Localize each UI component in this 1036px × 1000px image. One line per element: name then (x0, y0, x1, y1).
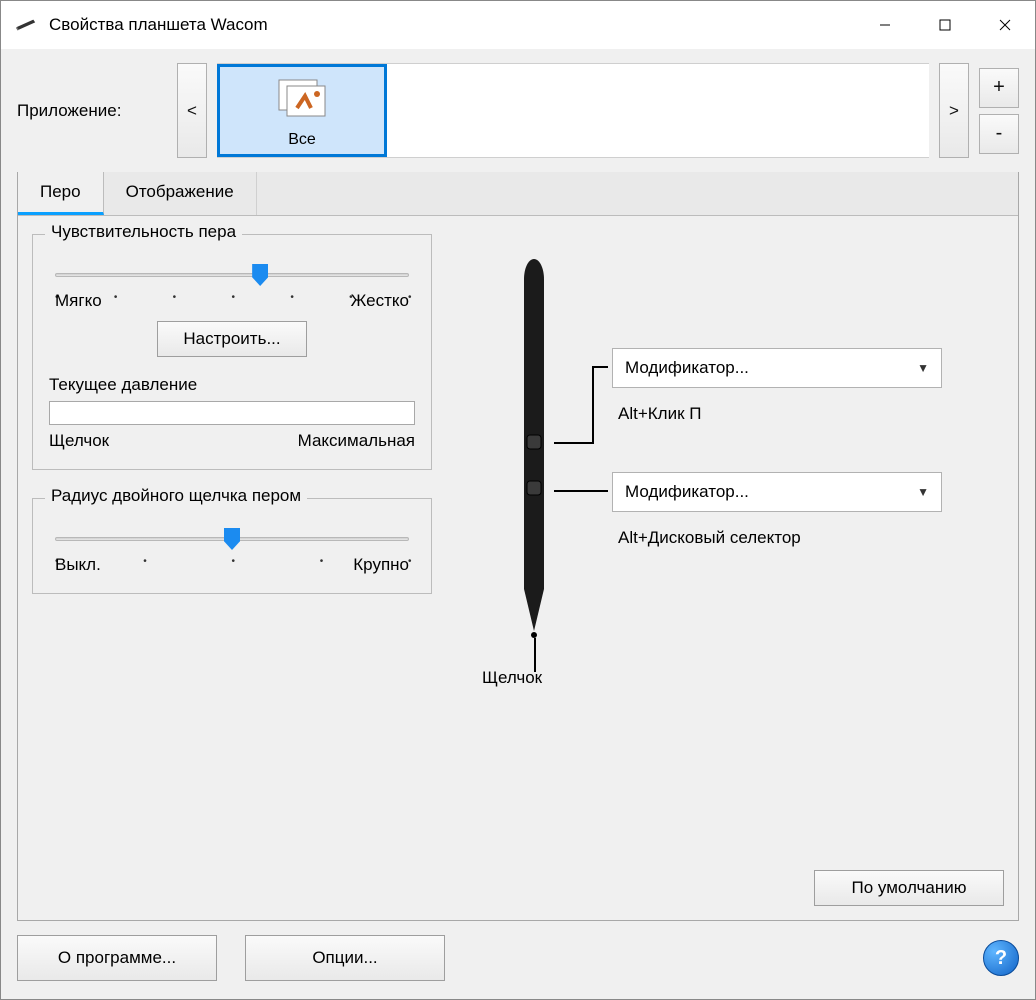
double-click-thumb[interactable] (224, 528, 240, 550)
tablet-icon (15, 16, 37, 34)
window: Свойства планшета Wacom Приложение: < (0, 0, 1036, 1000)
double-click-large-label: Крупно (353, 555, 409, 575)
pen-button1-mode: Модификатор... (625, 358, 749, 378)
left-column: Чувствительность пера Мягко Жестко (32, 234, 432, 860)
current-pressure-range: Щелчок Максимальная (49, 431, 415, 451)
window-title: Свойства планшета Wacom (49, 15, 268, 35)
current-pressure-label: Текущее давление (49, 375, 415, 395)
pen-button2-value: Alt+Дисковый селектор (618, 528, 801, 548)
pen-button2-line (554, 490, 608, 492)
current-pressure-bar (49, 401, 415, 425)
pen-button1-dropdown[interactable]: Модификатор... ▼ (612, 348, 942, 388)
tip-feel-group: Чувствительность пера Мягко Жестко (32, 234, 432, 470)
minimize-button[interactable] (855, 1, 915, 49)
app-remove-button[interactable]: - (979, 114, 1019, 154)
tip-feel-slider[interactable] (55, 273, 409, 277)
double-click-slider[interactable] (55, 537, 409, 541)
pressure-max-label: Максимальная (298, 431, 415, 451)
tip-feel-thumb[interactable] (252, 264, 268, 286)
pen-button1-value: Alt+Клик П (618, 404, 701, 424)
app-scroll-next-button[interactable]: > (939, 63, 969, 158)
pen-button1-line (554, 442, 594, 444)
pen-icon (518, 259, 550, 639)
settings-panel: Перо Отображение Чувствительность пера (17, 172, 1019, 921)
pen-button2-dropdown[interactable]: Модификатор... ▼ (612, 472, 942, 512)
pen-button2-mode: Модификатор... (625, 482, 749, 502)
footer: О программе... Опции... ? (17, 935, 1019, 981)
chevron-down-icon: ▼ (917, 485, 929, 499)
tab-mapping[interactable]: Отображение (104, 172, 257, 215)
application-label: Приложение: (17, 101, 167, 121)
application-row: Приложение: < Все > + (17, 63, 1019, 158)
customize-button[interactable]: Настроить... (157, 321, 307, 357)
right-column: Щелчок Модификатор... ▼ Alt+Клик П Модиф… (452, 234, 1004, 860)
pen-diagram: Щелчок Модификатор... ▼ Alt+Клик П Модиф… (452, 234, 1004, 860)
pen-tip-line (534, 638, 536, 672)
app-scroll-prev-button[interactable]: < (177, 63, 207, 158)
maximize-button[interactable] (915, 1, 975, 49)
app-add-remove: + - (979, 68, 1019, 154)
pressure-click-label: Щелчок (49, 431, 109, 451)
pen-tip-label: Щелчок (482, 668, 542, 688)
application-tile-label: Все (288, 131, 316, 149)
tip-feel-soft-label: Мягко (55, 291, 102, 311)
about-button[interactable]: О программе... (17, 935, 217, 981)
tabs: Перо Отображение (18, 172, 1018, 216)
apps-all-icon (273, 76, 331, 129)
options-button[interactable]: Опции... (245, 935, 445, 981)
double-click-off-label: Выкл. (55, 555, 101, 575)
chevron-down-icon: ▼ (917, 361, 929, 375)
tip-feel-slider-wrap: Мягко Жестко Настроить... (49, 249, 415, 357)
tip-feel-legend: Чувствительность пера (45, 222, 242, 242)
content: Приложение: < Все > + (1, 49, 1035, 999)
tip-feel-firm-label: Жестко (351, 291, 409, 311)
application-strip: Все (217, 63, 929, 158)
application-tile-all[interactable]: Все (217, 64, 387, 157)
double-click-legend: Радиус двойного щелчка пером (45, 486, 307, 506)
app-add-button[interactable]: + (979, 68, 1019, 108)
close-button[interactable] (975, 1, 1035, 49)
help-button[interactable]: ? (983, 940, 1019, 976)
tab-pen[interactable]: Перо (18, 172, 104, 215)
double-click-group: Радиус двойного щелчка пером Выкл. Крупн… (32, 498, 432, 594)
default-row: По умолчанию (32, 870, 1004, 906)
panel-body: Чувствительность пера Мягко Жестко (32, 216, 1004, 860)
titlebar: Свойства планшета Wacom (1, 1, 1035, 49)
double-click-slider-wrap: Выкл. Крупно (49, 513, 415, 575)
default-button[interactable]: По умолчанию (814, 870, 1004, 906)
